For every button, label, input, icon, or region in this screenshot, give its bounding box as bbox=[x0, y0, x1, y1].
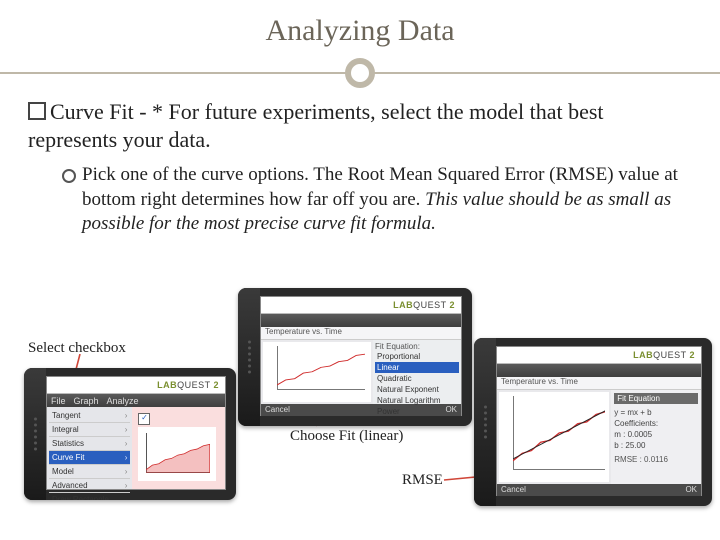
ok-button[interactable]: OK bbox=[685, 484, 697, 496]
dialog-footer: Cancel OK bbox=[497, 484, 701, 496]
circle-bullet-icon bbox=[62, 169, 76, 183]
square-bullet-icon bbox=[28, 102, 46, 120]
coeff-label: Coefficients: bbox=[614, 418, 698, 429]
app-toolbar: File Graph Analyze bbox=[47, 394, 225, 408]
fit-option-natural-exponent[interactable]: Natural Exponent bbox=[375, 384, 459, 395]
brand-two: 2 bbox=[689, 350, 695, 360]
brand-lab: LAB bbox=[633, 350, 653, 360]
ring-ornament-icon bbox=[345, 58, 375, 88]
speaker-grille-icon bbox=[242, 338, 256, 377]
chevron-right-icon: › bbox=[125, 453, 128, 462]
brand-lab: LAB bbox=[393, 300, 413, 310]
main-bullet: Curve Fit - * For future experiments, se… bbox=[28, 98, 692, 153]
chevron-right-icon: › bbox=[125, 439, 128, 448]
speaker-grille-icon bbox=[28, 415, 42, 454]
analyze-menu: Tangent› Integral› Statistics› Curve Fit… bbox=[47, 407, 132, 489]
fit-results-panel: Fit Equation y = mx + b Coefficients: m … bbox=[611, 390, 701, 484]
graph-header: Temperature vs. Time bbox=[261, 327, 461, 340]
fit-option-proportional[interactable]: Proportional bbox=[375, 351, 459, 362]
graph-area bbox=[263, 342, 371, 402]
graph-header: Temperature vs. Time bbox=[497, 377, 701, 390]
main-bullet-text: Curve Fit - * For future experiments, se… bbox=[28, 99, 604, 152]
app-toolbar bbox=[497, 364, 701, 378]
brand-two: 2 bbox=[449, 300, 455, 310]
device-bezel bbox=[24, 368, 46, 500]
rmse-value: 0.0116 bbox=[644, 455, 668, 464]
cancel-button[interactable]: Cancel bbox=[265, 404, 290, 416]
device-screen: LABQUEST 2 Temperature vs. Time Fit Equa… bbox=[260, 296, 462, 416]
labquest-device-2: LABQUEST 2 Temperature vs. Time Fit Equa… bbox=[238, 288, 472, 426]
chevron-right-icon: › bbox=[125, 411, 128, 420]
caption-choose-fit: Choose Fit (linear) bbox=[290, 428, 403, 445]
chevron-right-icon: › bbox=[125, 481, 128, 490]
brand-bar: LABQUEST 2 bbox=[47, 377, 225, 394]
graph-area bbox=[499, 392, 609, 482]
device-screen: LABQUEST 2 File Graph Analyze Tangent› I… bbox=[46, 376, 226, 490]
chevron-right-icon: › bbox=[125, 467, 128, 476]
panel-title: Fit Equation bbox=[614, 393, 698, 404]
menu-analyze[interactable]: Analyze bbox=[107, 394, 139, 408]
device-bezel bbox=[238, 288, 260, 426]
rmse-readout: RMSE : 0.0116 bbox=[614, 455, 698, 464]
menu-item-statistics[interactable]: Statistics› bbox=[49, 437, 130, 451]
coeff-b: b : 25.00 bbox=[614, 440, 698, 451]
labquest-device-3: LABQUEST 2 Temperature vs. Time Fit Equa… bbox=[474, 338, 712, 506]
ok-button[interactable]: OK bbox=[445, 404, 457, 416]
cancel-button[interactable]: Cancel bbox=[501, 484, 526, 496]
slide-title: Analyzing Data bbox=[0, 0, 720, 48]
title-divider bbox=[0, 54, 720, 94]
mini-graph bbox=[138, 427, 216, 481]
fit-option-quadratic[interactable]: Quadratic bbox=[375, 373, 459, 384]
mini-graph-panel: ✓ bbox=[132, 407, 225, 489]
app-toolbar bbox=[261, 314, 461, 328]
menu-item-draw-rect[interactable]: Draw Rectangle bbox=[49, 493, 130, 500]
menu-item-tangent[interactable]: Tangent› bbox=[49, 409, 130, 423]
menu-item-integral[interactable]: Integral› bbox=[49, 423, 130, 437]
menu-file[interactable]: File bbox=[51, 394, 66, 408]
series-checkbox[interactable]: ✓ bbox=[138, 413, 150, 425]
coeff-m: m : 0.0005 bbox=[614, 429, 698, 440]
menu-item-advanced[interactable]: Advanced› bbox=[49, 479, 130, 493]
brand-two: 2 bbox=[213, 380, 219, 390]
menu-item-model[interactable]: Model› bbox=[49, 465, 130, 479]
speaker-grille-icon bbox=[478, 403, 492, 442]
rmse-label: RMSE : bbox=[614, 455, 642, 464]
brand-bar: LABQUEST 2 bbox=[497, 347, 701, 364]
brand-quest: QUEST bbox=[653, 350, 686, 360]
fit-option-linear[interactable]: Linear bbox=[375, 362, 459, 373]
brand-bar: LABQUEST 2 bbox=[261, 297, 461, 314]
sub-bullet: Pick one of the curve options. The Root … bbox=[62, 163, 692, 237]
brand-quest: QUEST bbox=[413, 300, 446, 310]
caption-rmse: RMSE bbox=[402, 472, 443, 489]
labquest-device-1: LABQUEST 2 File Graph Analyze Tangent› I… bbox=[24, 368, 236, 500]
menu-graph[interactable]: Graph bbox=[74, 394, 99, 408]
brand-lab: LAB bbox=[157, 380, 177, 390]
fit-options-panel: Fit Equation: Proportional Linear Quadra… bbox=[373, 340, 461, 404]
fit-equation: y = mx + b bbox=[614, 407, 698, 418]
device-screen: LABQUEST 2 Temperature vs. Time Fit Equa… bbox=[496, 346, 702, 496]
device-bezel bbox=[474, 338, 496, 506]
fit-equation-label: Fit Equation: bbox=[375, 342, 459, 351]
brand-quest: QUEST bbox=[177, 380, 210, 390]
menu-item-curve-fit[interactable]: Curve Fit› bbox=[49, 451, 130, 465]
chevron-right-icon: › bbox=[125, 425, 128, 434]
